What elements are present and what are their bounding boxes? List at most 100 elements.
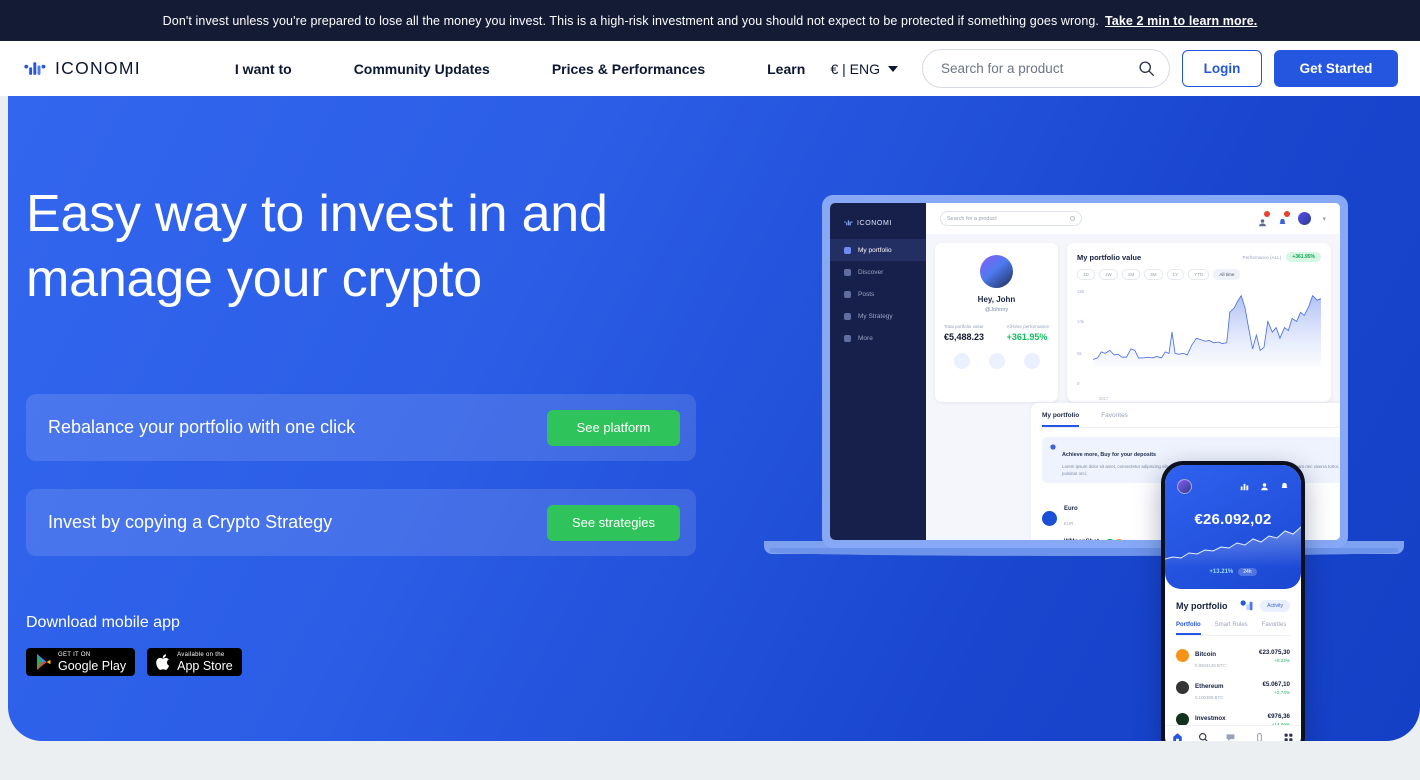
portfolio-list-tabs: My portfolio Favorites [1042, 412, 1340, 428]
column-value: Value [1299, 492, 1340, 497]
asset-value: €23.075,30 [1259, 648, 1290, 656]
see-strategies-button[interactable]: See strategies [547, 504, 680, 541]
nav-item-home[interactable]: Home [1172, 732, 1183, 741]
nav-item-community-updates[interactable]: Community Updates [354, 61, 490, 77]
info-icon [1050, 444, 1056, 450]
activity-button[interactable]: Activity [1260, 600, 1290, 612]
currency-language-picker[interactable]: € | ENG [830, 61, 898, 77]
search-input[interactable] [941, 61, 1130, 76]
apple-icon [156, 654, 170, 670]
tab-favorites[interactable]: Favorites [1101, 412, 1128, 427]
phone-change-row: +13.21% 24h [1165, 568, 1301, 576]
app-store-badge-small: Available on the [177, 651, 225, 658]
sidebar-item-label: My Strategy [858, 312, 893, 320]
sidebar-item-my-portfolio[interactable]: My portfolio [830, 239, 926, 261]
laptop-logo-text: ICONOMI [857, 219, 892, 227]
google-play-badge[interactable]: GET IT ON Google Play [26, 648, 136, 676]
nav-item-discover[interactable]: Discover [1197, 732, 1211, 741]
login-button[interactable]: Login [1182, 50, 1262, 87]
notification-badge [1284, 211, 1291, 217]
see-platform-button[interactable]: See platform [547, 409, 680, 446]
donut-chart-icon[interactable] [1239, 600, 1255, 612]
feature-card-label: Invest by copying a Crypto Strategy [48, 512, 333, 532]
asset-change: +2.74% [1274, 689, 1290, 695]
asset-ticker: EUR [1064, 521, 1074, 527]
logo[interactable]: ICONOMI [24, 58, 141, 79]
settings-icon[interactable] [1023, 353, 1040, 369]
tab-portfolio[interactable]: Portfolio [1176, 622, 1201, 635]
profile-notification-icon[interactable] [1258, 211, 1271, 227]
bell-icon[interactable] [1280, 482, 1289, 491]
phone-change-period: 24h [1238, 568, 1257, 576]
profile-icon[interactable] [1260, 482, 1269, 491]
profile-handle: @Johnny [984, 307, 1009, 313]
chart-performance-pill: +361.95% [1286, 252, 1321, 262]
chart-range-1m[interactable]: 1M [1121, 269, 1141, 280]
search-icon [844, 268, 851, 276]
chart-header: My portfolio value Performance (ALL) +36… [1077, 252, 1321, 262]
asset-amount: 0.100388 BTC [1195, 695, 1224, 700]
asset-name-text: WMoonShot [1064, 539, 1099, 544]
chart-range-1y[interactable]: 1Y [1166, 269, 1185, 280]
profile-card: Hey, John @Johnny Total portfolio value … [935, 243, 1058, 402]
asset-name: WMoonShot - [1064, 539, 1122, 544]
list-item[interactable]: Ethereum 0.100388 BTC €5.067,10 +2.74% [1165, 668, 1301, 700]
app-store-badge[interactable]: Available on the App Store [147, 648, 242, 676]
portfolio-area-chart [1093, 294, 1321, 368]
tab-favorites[interactable]: Favorites [1262, 622, 1287, 635]
asset-value: €5.067,10 [1262, 680, 1290, 688]
sidebar-item-posts[interactable]: Posts [830, 283, 926, 305]
risk-warning-link[interactable]: Take 2 min to learn more. [1105, 14, 1257, 28]
asset-value: €976,36 [1267, 712, 1290, 720]
chart-range-1w[interactable]: 1W [1098, 269, 1118, 280]
hero-feature-cards: Rebalance your portfolio with one click … [26, 394, 726, 556]
asset-change: +8.22% [1274, 657, 1290, 663]
nav-item-my-strategy[interactable]: My Strategy [1250, 732, 1269, 741]
chart-range-ytd[interactable]: YTD [1188, 269, 1210, 280]
avatar[interactable] [1177, 479, 1192, 494]
feature-card-copy-strategy: Invest by copying a Crypto Strategy See … [26, 489, 696, 556]
send-icon[interactable] [988, 353, 1005, 369]
get-started-button[interactable]: Get Started [1274, 50, 1398, 87]
nav-item-learn[interactable]: Learn [767, 61, 805, 77]
feature-card-rebalance: Rebalance your portfolio with one click … [26, 394, 696, 461]
search-box[interactable] [922, 49, 1170, 88]
risk-warning-banner: Don't invest unless you're prepared to l… [0, 0, 1420, 41]
list-item[interactable]: Bitcoin 0.9504146 BTC €23.075,30 +8.22% [1165, 636, 1301, 668]
avatar [980, 255, 1013, 288]
chart-range-3m[interactable]: 3M [1144, 269, 1163, 280]
sidebar-item-my-strategy[interactable]: My Strategy [830, 305, 926, 327]
asset-name: Ethereum [1195, 683, 1224, 690]
chart-plot: 15k 10k 5k 0 2017 [1077, 285, 1321, 401]
chart-icon[interactable] [1240, 482, 1249, 491]
tab-my-portfolio[interactable]: My portfolio [1042, 412, 1080, 427]
notification-badge [1264, 211, 1271, 217]
chevron-down-icon[interactable]: ▾ [1322, 215, 1326, 223]
nav-item-more[interactable]: More [1283, 732, 1294, 741]
phone-tabs: Portfolio Smart Rules Favorites [1176, 622, 1290, 636]
nav-item-prices-performances[interactable]: Prices & Performances [552, 61, 705, 77]
laptop-sidebar: ICONOMI My portfolio Discover Posts My S… [830, 203, 926, 540]
nav-item-posts[interactable]: Posts [1225, 732, 1236, 741]
avatar[interactable] [1298, 212, 1312, 225]
chart-range-all-time[interactable]: All time [1213, 269, 1241, 280]
laptop-search-input[interactable]: Search for a product [940, 211, 1082, 226]
nav-item-i-want-to[interactable]: I want to [235, 61, 292, 77]
phone-bottom-nav: Home Discover Posts My Strategy [1165, 725, 1301, 741]
search-icon[interactable] [1138, 60, 1155, 77]
phone-section-title: My portfolio [1176, 601, 1228, 611]
tab-smart-rules[interactable]: Smart Rules [1215, 622, 1248, 635]
google-play-icon [37, 654, 51, 670]
phone-screen: €26.092,02 +13.21% 24h My portfolio Acti… [1165, 465, 1301, 741]
performance-label: All-time performance [1006, 324, 1049, 329]
sidebar-item-discover[interactable]: Discover [830, 261, 926, 283]
store-badges: GET IT ON Google Play Available on the A… [26, 648, 726, 676]
chart-range-1d[interactable]: 1D [1077, 269, 1095, 280]
sidebar-item-more[interactable]: More [830, 327, 926, 349]
deposit-icon[interactable] [953, 353, 970, 369]
search-icon [1199, 733, 1209, 741]
laptop-logo: ICONOMI [830, 203, 926, 227]
alerts-icon[interactable] [1278, 211, 1291, 224]
device-mockup: ICONOMI My portfolio Discover Posts My S… [748, 186, 1408, 741]
phone-mockup: €26.092,02 +13.21% 24h My portfolio Acti… [1161, 461, 1305, 741]
